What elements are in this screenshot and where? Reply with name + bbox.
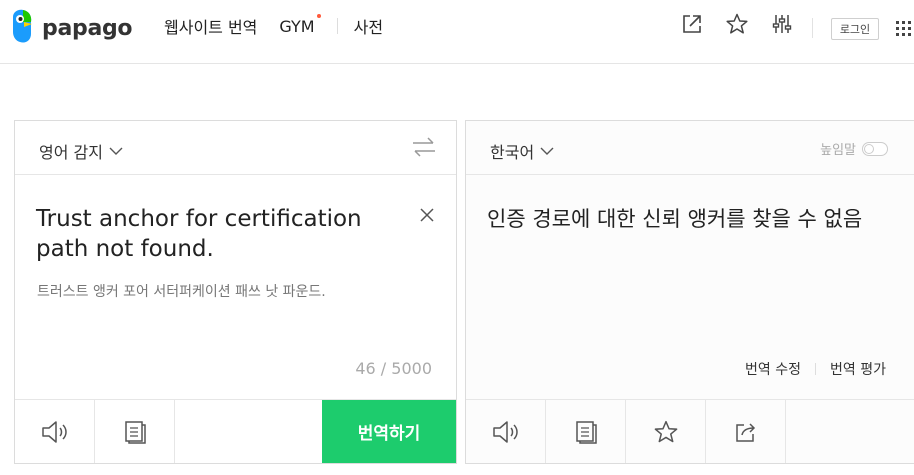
source-text-input[interactable]: Trust anchor for certification path not … [36,204,406,264]
source-copy-button[interactable] [95,400,175,463]
share-icon [735,422,755,442]
source-language-select[interactable]: 영어 감지 [39,139,123,163]
new-badge-dot [316,13,321,18]
link-divider [815,363,817,375]
target-panel: 한국어 높임말 인증 경로에 대한 신뢰 앵커를 찾을 수 없음 번역 수정 번… [465,120,914,464]
translation-feedback-links: 번역 수정 번역 평가 [745,359,886,379]
source-panel-header: 영어 감지 [15,121,456,175]
source-panel: 영어 감지 Trust anchor for certification pat… [14,120,457,464]
translate-button[interactable]: 번역하기 [322,400,456,463]
translated-text: 인증 경로에 대한 신뢰 앵커를 찾을 수 없음 [487,207,863,231]
header-divider [812,18,813,38]
swap-languages-icon[interactable] [411,135,437,159]
main-nav: 웹사이트 번역 GYM 사전 [164,13,383,38]
target-share-button[interactable] [706,400,786,463]
copy-icon [575,420,597,444]
nav-divider [336,18,338,34]
papago-logo-icon [13,9,32,43]
speaker-icon [492,420,518,443]
star-icon[interactable] [725,12,749,36]
character-counter: 46 / 5000 [355,359,432,378]
toggle-switch[interactable] [862,141,888,156]
pronunciation-text: 트러스트 앵커 포어 서터퍼케이션 패쓰 낫 파운드. [37,284,326,300]
external-link-icon[interactable] [680,12,704,36]
close-icon[interactable] [419,207,435,223]
source-listen-button[interactable] [15,400,95,463]
login-button[interactable]: 로그인 [831,18,879,40]
rate-translation-link[interactable]: 번역 평가 [830,359,886,379]
nav-gym[interactable]: GYM [279,13,321,36]
target-language-label: 한국어 [490,143,535,162]
honorific-toggle[interactable]: 높임말 [820,139,888,158]
top-header: papago 웹사이트 번역 GYM 사전 로그인 [0,0,914,64]
target-panel-header: 한국어 높임말 [466,121,914,175]
sliders-icon[interactable] [770,12,794,36]
nav-website-translate[interactable]: 웹사이트 번역 [164,14,257,38]
papago-logo[interactable]: papago [10,8,133,48]
edit-translation-link[interactable]: 번역 수정 [745,359,801,379]
target-favorite-button[interactable] [626,400,706,463]
nav-dictionary[interactable]: 사전 [354,14,383,38]
target-copy-button[interactable] [546,400,626,463]
target-panel-footer [466,399,914,463]
nav-gym-label: GYM [279,16,315,36]
honorific-label: 높임말 [820,143,856,158]
chevron-down-icon [540,147,554,155]
grid-icon[interactable] [893,18,914,40]
speaker-icon [41,420,67,443]
brand-name: papago [42,15,133,41]
target-listen-button[interactable] [466,400,546,463]
chevron-down-icon [109,147,123,155]
star-icon [654,420,677,442]
source-language-label: 영어 감지 [39,143,103,162]
target-language-select[interactable]: 한국어 [490,139,554,163]
copy-icon [124,420,146,444]
